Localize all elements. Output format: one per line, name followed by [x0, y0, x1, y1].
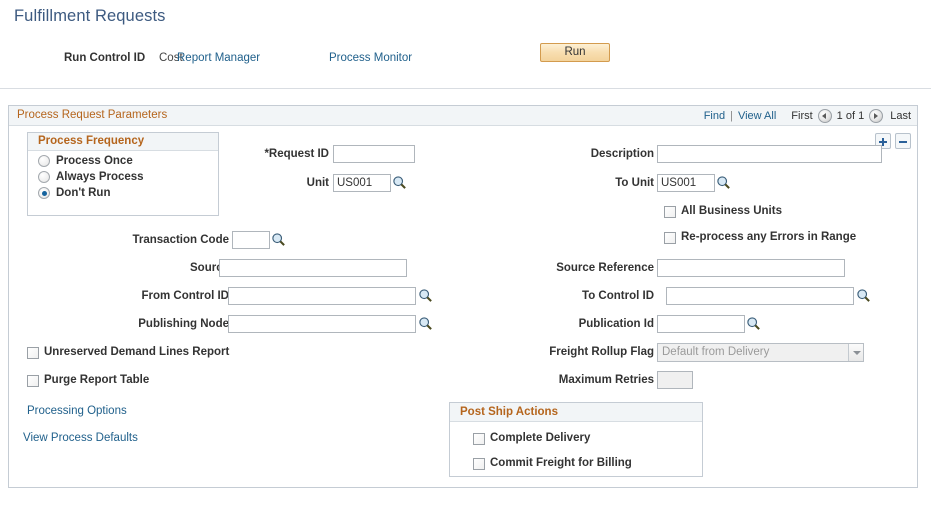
process-request-parameters-panel: Process Request Parameters Find | View A… [8, 105, 918, 488]
radio-always-process[interactable]: Always Process [38, 171, 218, 183]
delete-row-button[interactable] [895, 133, 911, 149]
from-control-id-label: From Control ID [141, 290, 229, 302]
description-input[interactable] [657, 145, 882, 163]
unit-input[interactable] [333, 174, 391, 192]
magnifier-icon-unit[interactable] [392, 175, 407, 190]
magnifier-icon-from-control-id[interactable] [418, 288, 433, 303]
to-unit-label: To Unit [615, 177, 654, 189]
run-control-id-label: Run Control ID [64, 52, 146, 64]
last-label[interactable]: Last [890, 110, 911, 122]
complete-delivery-label: Complete Delivery [490, 432, 591, 444]
unreserved-demand-lines-label: Unreserved Demand Lines Report [44, 346, 230, 358]
post-ship-actions-title: Post Ship Actions [450, 403, 702, 422]
radio-process-once[interactable]: Process Once [38, 155, 218, 167]
view-process-defaults-link[interactable]: View Process Defaults [23, 432, 138, 444]
radio-button-always-process[interactable] [38, 171, 50, 183]
radio-label-dont-run: Don't Run [56, 187, 111, 199]
complete-delivery-checkbox[interactable] [473, 433, 485, 445]
to-unit-input[interactable] [657, 174, 715, 192]
chevron-down-icon[interactable] [848, 344, 863, 361]
freight-rollup-flag-value: Default from Delivery [662, 346, 770, 358]
process-frequency-title: Process Frequency [28, 133, 218, 151]
to-control-id-input[interactable] [666, 287, 854, 305]
report-manager-link[interactable]: Report Manager [177, 52, 260, 64]
source-label: Source [190, 262, 229, 274]
source-input[interactable] [219, 259, 407, 277]
publication-id-input[interactable] [657, 315, 745, 333]
source-reference-label: Source Reference [556, 262, 654, 274]
magnifier-icon-to-unit[interactable] [716, 175, 731, 190]
unreserved-demand-lines-checkbox[interactable] [27, 347, 39, 359]
processing-options-link[interactable]: Processing Options [27, 405, 127, 417]
request-id-input[interactable] [333, 145, 415, 163]
header-divider [0, 88, 931, 89]
magnifier-icon-publication-id[interactable] [746, 316, 761, 331]
circle-left-arrow-icon[interactable] [817, 109, 832, 123]
magnifier-icon-publishing-node[interactable] [418, 316, 433, 331]
magnifier-icon-to-control-id[interactable] [856, 288, 871, 303]
radio-label-process-once: Process Once [56, 155, 133, 167]
reprocess-errors-label: Re-process any Errors in Range [681, 231, 857, 243]
first-label[interactable]: First [791, 110, 812, 122]
maximum-retries-input[interactable] [657, 371, 693, 389]
commit-freight-for-billing-label: Commit Freight for Billing [490, 457, 632, 469]
transaction-code-input[interactable] [232, 231, 270, 249]
radio-dont-run[interactable]: Don't Run [38, 187, 218, 199]
purge-report-table-label: Purge Report Table [44, 374, 150, 386]
from-control-id-input[interactable] [228, 287, 416, 305]
reprocess-errors-checkbox[interactable] [664, 232, 676, 244]
process-frequency-group: Process Frequency Process Once Always Pr… [27, 132, 219, 216]
row-counter: 1 of 1 [836, 110, 865, 122]
request-id-label: Request ID [259, 148, 329, 160]
grid-navigation: Find | View All First 1 of 1 Last [704, 108, 911, 124]
radio-button-process-once[interactable] [38, 155, 50, 167]
transaction-code-label: Transaction Code [132, 234, 230, 246]
page-title: Fulfillment Requests [14, 7, 166, 25]
commit-freight-for-billing-checkbox[interactable] [473, 458, 485, 470]
freight-rollup-flag-select[interactable]: Default from Delivery [657, 343, 864, 362]
circle-right-arrow-icon[interactable] [869, 109, 884, 123]
panel-header-title: Process Request Parameters [17, 109, 168, 121]
unit-label: Unit [306, 177, 329, 189]
radio-label-always-process: Always Process [56, 171, 144, 183]
publishing-node-label: Publishing Node [138, 318, 229, 330]
freight-rollup-flag-label: Freight Rollup Flag [549, 346, 654, 358]
publication-id-label: Publication Id [578, 318, 654, 330]
fulfillment-requests-page: Fulfillment Requests Run Control ID Cost… [0, 0, 931, 506]
find-link[interactable]: Find [704, 110, 725, 122]
to-control-id-label: To Control ID [582, 290, 654, 302]
source-reference-input[interactable] [657, 259, 845, 277]
description-label: Description [590, 148, 654, 160]
post-ship-actions-group: Post Ship Actions Complete Delivery Comm… [449, 402, 703, 477]
process-monitor-link[interactable]: Process Monitor [329, 52, 412, 64]
view-all-link[interactable]: View All [738, 110, 776, 122]
radio-button-dont-run[interactable] [38, 187, 50, 199]
panel-header-bar: Process Request Parameters Find | View A… [9, 106, 917, 126]
all-business-units-label: All Business Units [681, 205, 782, 217]
all-business-units-checkbox[interactable] [664, 206, 676, 218]
nav-separator: | [730, 110, 733, 122]
run-button[interactable]: Run [540, 43, 610, 62]
publishing-node-input[interactable] [228, 315, 416, 333]
magnifier-icon-transaction-code[interactable] [271, 232, 286, 247]
purge-report-table-checkbox[interactable] [27, 375, 39, 387]
maximum-retries-label: Maximum Retries [558, 374, 654, 386]
